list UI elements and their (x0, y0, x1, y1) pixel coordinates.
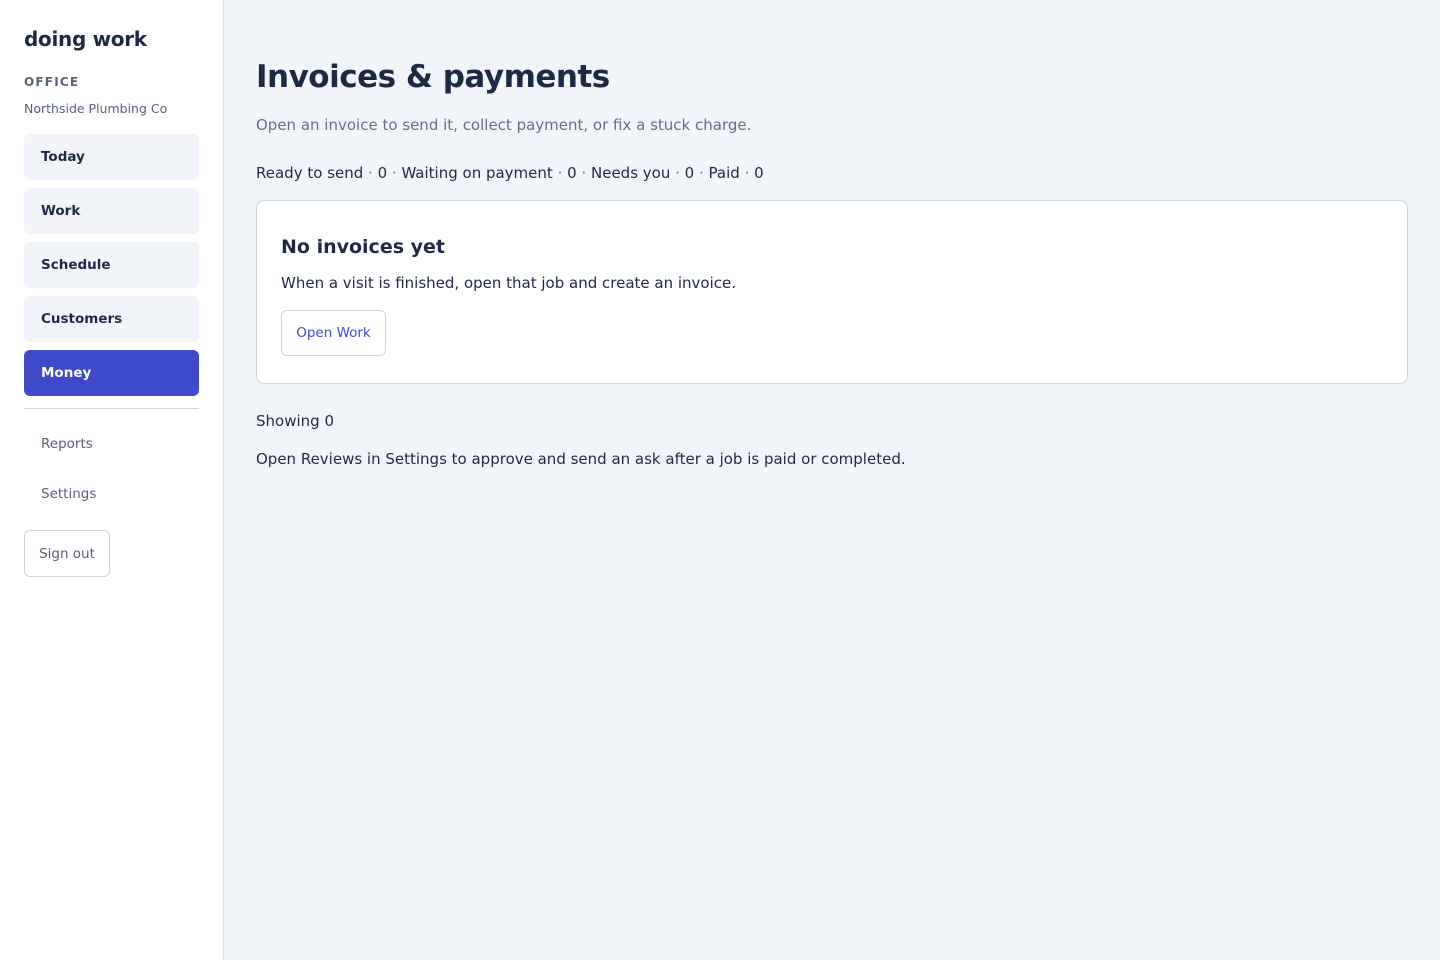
main-content: Invoices & payments Open an invoice to s… (224, 0, 1440, 960)
count-value-ready: 0 (377, 164, 388, 182)
count-separator: · (391, 164, 402, 182)
empty-state-title: No invoices yet (281, 236, 445, 258)
count-value-needs-you: 0 (684, 164, 695, 182)
app-shell: doing work OFFICE Northside Plumbing Co … (0, 0, 1440, 960)
showing-count: Showing 0 (256, 412, 334, 430)
sidebar: doing work OFFICE Northside Plumbing Co … (0, 0, 224, 960)
secondary-nav: Reports Settings (24, 424, 199, 514)
open-work-button[interactable]: Open Work (281, 310, 386, 356)
nav-item-today[interactable]: Today (24, 134, 199, 180)
count-label-waiting: Waiting on payment (401, 164, 553, 182)
primary-nav: Today Work Schedule Customers Money (24, 134, 199, 396)
nav-item-money[interactable]: Money (24, 350, 199, 396)
reviews-note: Open Reviews in Settings to approve and … (256, 450, 906, 468)
count-separator: · (744, 164, 755, 182)
nav-item-schedule[interactable]: Schedule (24, 242, 199, 288)
count-label-needs-you: Needs you (591, 164, 671, 182)
nav-item-reports[interactable]: Reports (24, 424, 199, 464)
status-counts: Ready to send · 0 · Waiting on payment ·… (256, 164, 1408, 182)
empty-state-card: No invoices yet When a visit is finished… (256, 200, 1408, 384)
sign-out-button[interactable]: Sign out (24, 530, 110, 577)
brand-logo[interactable]: doing work (24, 26, 199, 52)
count-label-ready: Ready to send (256, 164, 364, 182)
count-separator: · (557, 164, 568, 182)
org-name: Northside Plumbing Co (24, 101, 168, 116)
nav-item-customers[interactable]: Customers (24, 296, 199, 342)
count-separator: · (675, 164, 685, 182)
page-subtitle: Open an invoice to send it, collect paym… (256, 116, 752, 134)
empty-state-text: When a visit is finished, open that job … (281, 274, 737, 292)
section-label: OFFICE (24, 75, 80, 89)
count-label-paid: Paid (708, 164, 740, 182)
count-value-waiting: 0 (567, 164, 577, 182)
nav-item-work[interactable]: Work (24, 188, 199, 234)
sidebar-divider (24, 408, 199, 409)
count-value-paid: 0 (754, 164, 764, 182)
nav-item-settings[interactable]: Settings (24, 474, 199, 514)
page-title: Invoices & payments (256, 59, 610, 95)
count-separator: · (699, 164, 709, 182)
count-separator: · (581, 164, 591, 182)
count-separator: · (368, 164, 378, 182)
